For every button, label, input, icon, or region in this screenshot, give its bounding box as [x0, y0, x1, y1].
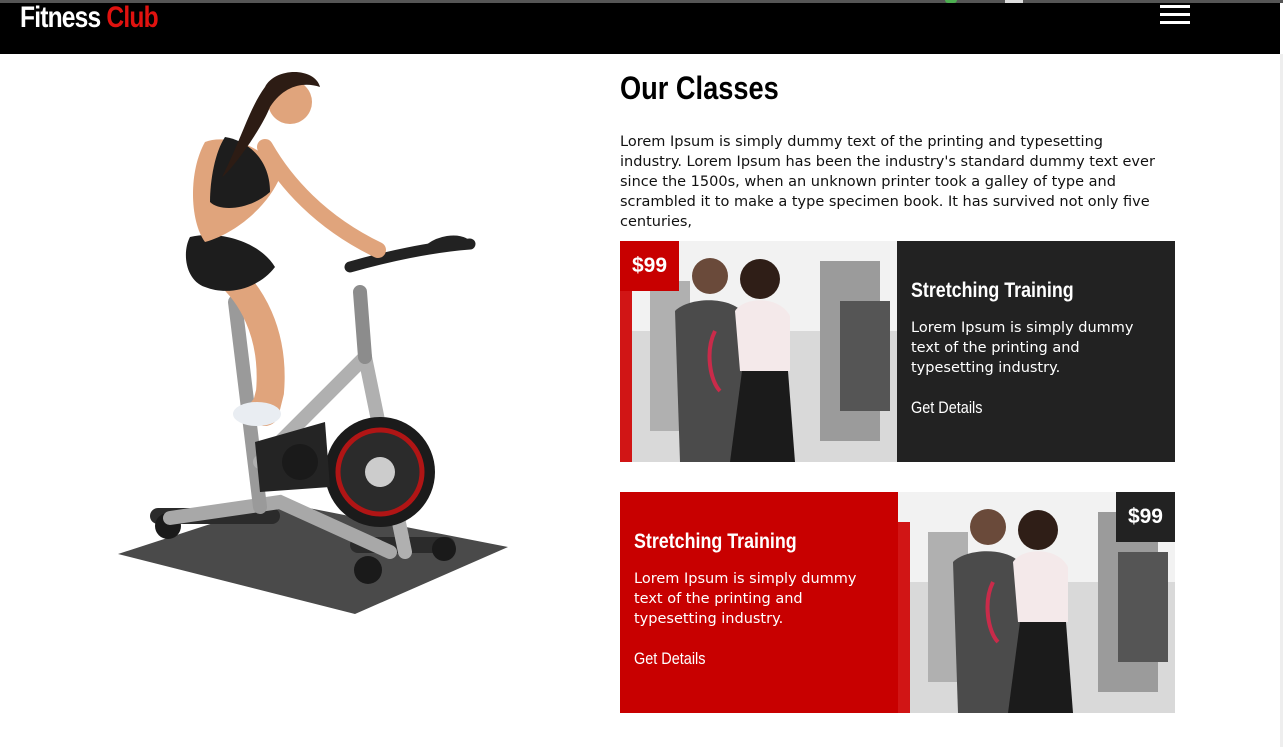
price-badge: $99	[620, 241, 680, 291]
class-description: Lorem Ipsum is simply dummy text of the …	[911, 320, 1134, 376]
intro-text: Lorem Ipsum is simply dummy text of the …	[620, 134, 1155, 230]
get-details-link[interactable]: Get Details	[911, 398, 1124, 418]
price-badge: $99	[1115, 492, 1175, 542]
logo-word-club: Club	[106, 1, 158, 34]
get-details-link[interactable]: Get Details	[634, 649, 847, 669]
class-card: $99 Stretching Training Lorem Ipsum is s…	[620, 241, 1175, 462]
class-info-panel: Stretching Training Lorem Ipsum is simpl…	[897, 241, 1175, 462]
site-header: Fitness Club	[0, 1, 1280, 54]
class-description: Lorem Ipsum is simply dummy text of the …	[634, 571, 857, 627]
green-status-icon	[945, 0, 957, 3]
class-title: Stretching Training	[634, 530, 797, 553]
hero-exercise-bike-image	[118, 72, 508, 614]
class-title: Stretching Training	[911, 279, 1074, 302]
class-info-panel: Stretching Training Lorem Ipsum is simpl…	[620, 492, 898, 713]
logo-word-fitness: Fitness	[20, 1, 101, 34]
hamburger-menu-icon[interactable]	[1160, 5, 1190, 24]
page-title: Our Classes	[620, 70, 779, 106]
square-status-icon	[1005, 0, 1023, 3]
site-logo[interactable]: Fitness Club	[20, 1, 159, 35]
class-card: Stretching Training Lorem Ipsum is simpl…	[620, 492, 1175, 713]
